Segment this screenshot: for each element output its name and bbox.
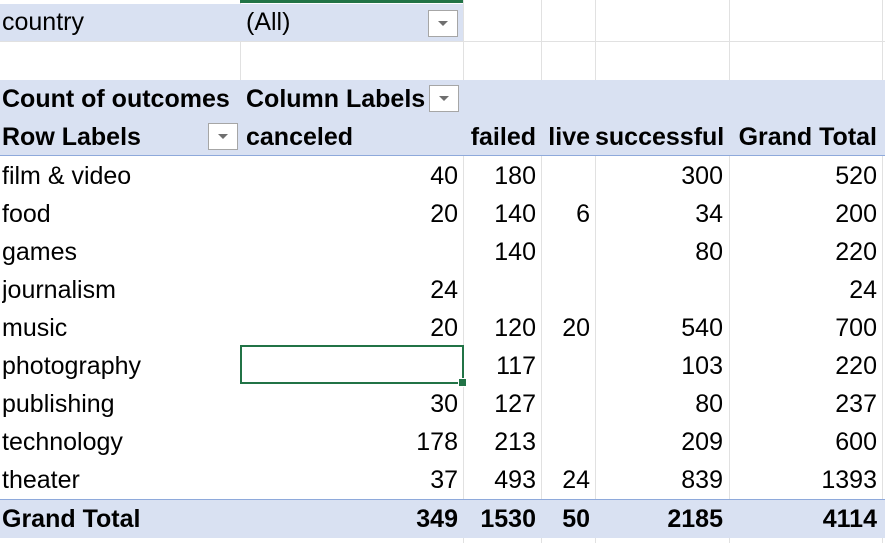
cell-successful[interactable]: 300 — [595, 157, 723, 195]
cell-total[interactable]: 200 — [729, 195, 877, 233]
pivot-header-row: Count of outcomes Column Labels — [0, 80, 885, 118]
cell-failed[interactable]: 127 — [463, 385, 536, 423]
cell-failed[interactable]: 493 — [463, 461, 536, 499]
table-row: journalism 24 24 — [0, 271, 885, 309]
table-row: film & video 40 180 300 520 — [0, 157, 885, 195]
cell-canceled[interactable]: 20 — [246, 309, 458, 347]
cell-failed[interactable]: 140 — [463, 195, 536, 233]
column-labels-header[interactable]: Column Labels — [246, 80, 426, 118]
cell-successful[interactable]: 34 — [595, 195, 723, 233]
filter-value[interactable]: (All) — [246, 4, 426, 41]
report-filter-row: country (All) — [0, 4, 463, 41]
table-row: food 20 140 6 34 200 — [0, 195, 885, 233]
cell-live[interactable]: 6 — [541, 195, 590, 233]
cell-live[interactable] — [541, 233, 590, 271]
table-row: technology 178 213 209 600 — [0, 423, 885, 461]
column-header-canceled[interactable]: canceled — [246, 118, 458, 156]
cell-successful[interactable]: 80 — [595, 385, 723, 423]
cell-canceled[interactable]: 178 — [246, 423, 458, 461]
cell-live[interactable] — [541, 347, 590, 385]
fill-handle[interactable] — [458, 378, 467, 387]
cell-failed[interactable] — [463, 271, 536, 309]
cell-live[interactable] — [541, 423, 590, 461]
row-label[interactable]: music — [2, 309, 238, 347]
pivot-column-header-row: Row Labels canceled failed live successf… — [0, 118, 885, 156]
table-row: publishing 30 127 80 237 — [0, 385, 885, 423]
chevron-down-icon — [218, 133, 228, 139]
row-label[interactable]: film & video — [2, 157, 238, 195]
cell-live[interactable] — [541, 157, 590, 195]
cell-canceled[interactable]: 20 — [246, 195, 458, 233]
cell-failed[interactable]: 180 — [463, 157, 536, 195]
column-header-grand-total[interactable]: Grand Total — [729, 118, 877, 156]
cell-live[interactable] — [541, 271, 590, 309]
grand-total-failed[interactable]: 1530 — [463, 500, 536, 538]
cell-failed[interactable]: 117 — [463, 347, 536, 385]
cell-total[interactable]: 220 — [729, 347, 877, 385]
cell-canceled[interactable]: 40 — [246, 157, 458, 195]
column-labels-dropdown-button[interactable] — [429, 85, 459, 112]
cell-successful[interactable]: 209 — [595, 423, 723, 461]
grand-total-live[interactable]: 50 — [541, 500, 590, 538]
table-row: games 140 80 220 — [0, 233, 885, 271]
selected-cell[interactable] — [240, 345, 464, 384]
cell-total[interactable]: 220 — [729, 233, 877, 271]
chevron-down-icon — [438, 20, 448, 26]
row-label[interactable]: theater — [2, 461, 238, 499]
cell-live[interactable] — [541, 385, 590, 423]
column-header-successful[interactable]: successful — [595, 118, 723, 156]
row-label[interactable]: photography — [2, 347, 238, 385]
row-label[interactable]: technology — [2, 423, 238, 461]
cell-canceled[interactable]: 30 — [246, 385, 458, 423]
cell-failed[interactable]: 213 — [463, 423, 536, 461]
chevron-down-icon — [439, 95, 449, 101]
spreadsheet-grid[interactable]: country (All) Count of outcomes Column L… — [0, 0, 885, 543]
column-header-failed[interactable]: failed — [463, 118, 536, 156]
cell-total[interactable]: 237 — [729, 385, 877, 423]
filter-dropdown-button[interactable] — [428, 10, 458, 37]
row-label[interactable]: publishing — [2, 385, 238, 423]
cell-live[interactable]: 20 — [541, 309, 590, 347]
row-labels-dropdown-button[interactable] — [208, 123, 238, 150]
grand-total-canceled[interactable]: 349 — [246, 500, 458, 538]
row-label[interactable]: food — [2, 195, 238, 233]
cell-failed[interactable]: 140 — [463, 233, 536, 271]
active-column-indicator — [240, 0, 463, 3]
cell-canceled[interactable] — [246, 233, 458, 271]
grand-total-successful[interactable]: 2185 — [595, 500, 723, 538]
gridline — [0, 41, 885, 42]
row-label[interactable]: games — [2, 233, 238, 271]
cell-canceled[interactable]: 37 — [246, 461, 458, 499]
cell-total[interactable]: 700 — [729, 309, 877, 347]
cell-successful[interactable]: 540 — [595, 309, 723, 347]
grand-total-row: Grand Total 349 1530 50 2185 4114 — [0, 499, 885, 538]
column-header-live[interactable]: live — [541, 118, 590, 156]
cell-total[interactable]: 24 — [729, 271, 877, 309]
row-label[interactable]: journalism — [2, 271, 238, 309]
grand-total-total[interactable]: 4114 — [729, 500, 877, 538]
cell-total[interactable]: 520 — [729, 157, 877, 195]
cell-live[interactable]: 24 — [541, 461, 590, 499]
cell-canceled[interactable]: 24 — [246, 271, 458, 309]
filter-label: country — [2, 8, 84, 36]
cell-successful[interactable]: 80 — [595, 233, 723, 271]
grand-total-label[interactable]: Grand Total — [2, 500, 238, 538]
row-labels-header[interactable]: Row Labels — [2, 118, 202, 156]
value-field-label[interactable]: Count of outcomes — [2, 80, 238, 118]
cell-total[interactable]: 1393 — [729, 461, 877, 499]
cell-total[interactable]: 600 — [729, 423, 877, 461]
cell-failed[interactable]: 120 — [463, 309, 536, 347]
cell-successful[interactable]: 839 — [595, 461, 723, 499]
table-row: music 20 120 20 540 700 — [0, 309, 885, 347]
table-row: theater 37 493 24 839 1393 — [0, 461, 885, 499]
cell-successful[interactable] — [595, 271, 723, 309]
cell-successful[interactable]: 103 — [595, 347, 723, 385]
